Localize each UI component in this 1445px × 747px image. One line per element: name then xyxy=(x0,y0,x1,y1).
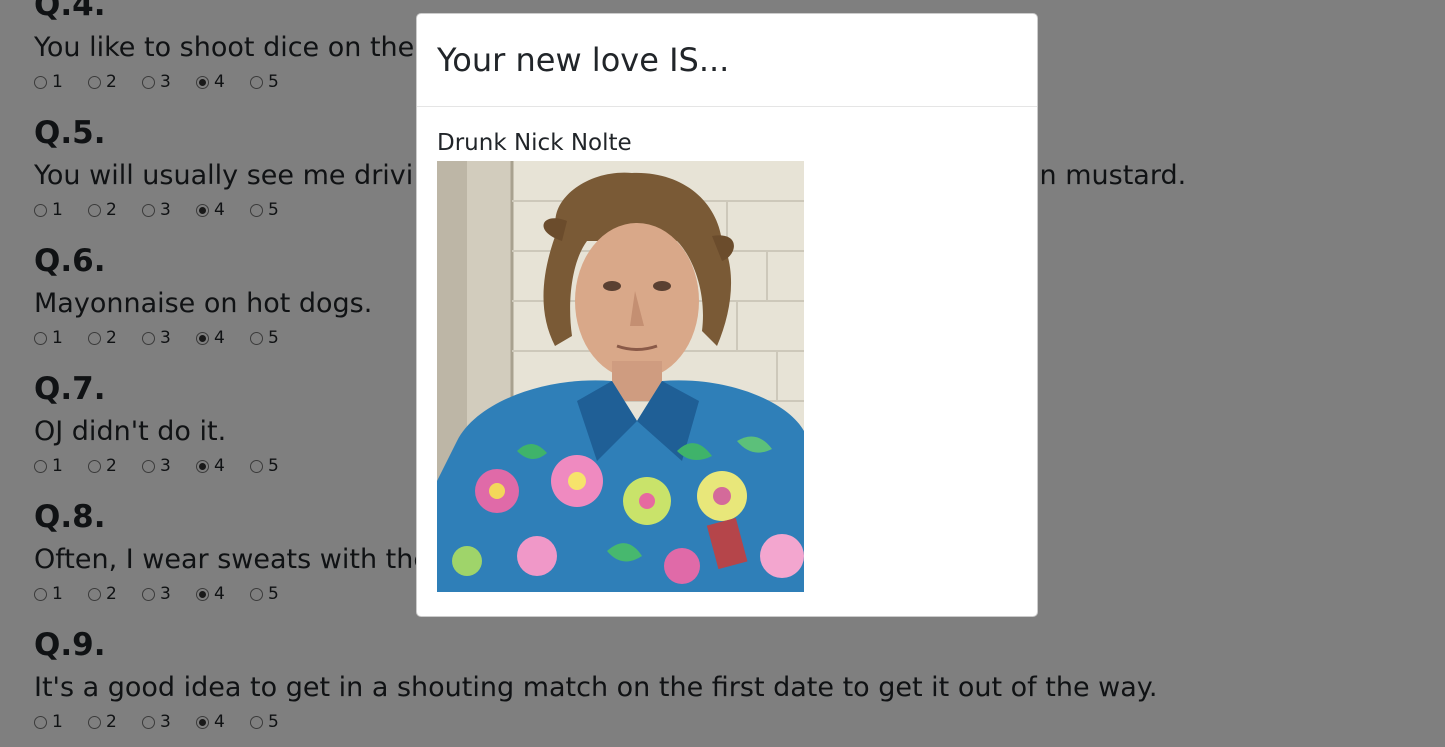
quiz-page: Q.4.You like to shoot dice on the12345Q.… xyxy=(0,0,1445,747)
modal-body: Drunk Nick Nolte xyxy=(417,107,1037,592)
modal-title: Your new love IS... xyxy=(437,41,730,79)
modal-header: Your new love IS... xyxy=(417,14,1037,107)
mugshot-photo xyxy=(437,161,804,592)
result-name: Drunk Nick Nolte xyxy=(437,130,632,156)
result-modal: Your new love IS... Drunk Nick Nolte xyxy=(416,13,1038,617)
